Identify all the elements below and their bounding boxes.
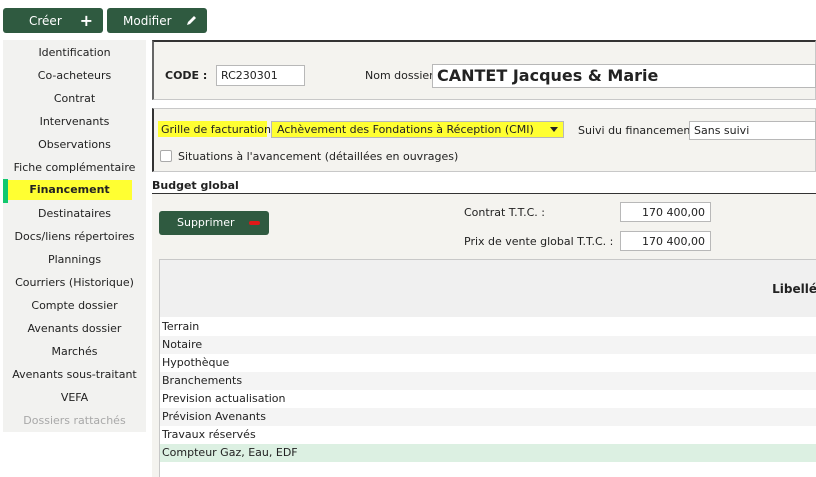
- column-header-libelle[interactable]: Libellé: [772, 282, 816, 296]
- create-button[interactable]: Créer +: [3, 8, 103, 33]
- budget-section-title: Budget global: [152, 179, 239, 192]
- delete-button-label: Supprimer: [177, 216, 235, 229]
- sidebar-item-intervenants[interactable]: Intervenants: [3, 112, 146, 132]
- sidebar-item-docs-liens[interactable]: Docs/liens répertoires: [3, 227, 146, 247]
- dossier-name-field[interactable]: CANTET Jacques & Marie: [432, 64, 816, 88]
- table-row[interactable]: Terrain: [160, 318, 816, 336]
- table-row-selected[interactable]: Compteur Gaz, Eau, EDF: [160, 444, 816, 462]
- sidebar-item-observations[interactable]: Observations: [3, 135, 146, 155]
- prix-vente-label: Prix de vente global T.T.C. :: [464, 235, 614, 248]
- create-button-label: Créer: [29, 13, 62, 28]
- sidebar-item-avenants-sous-traitant[interactable]: Avenants sous-traitant: [3, 365, 146, 385]
- sidebar-item-marches[interactable]: Marchés: [3, 342, 146, 362]
- minus-icon: [249, 221, 260, 225]
- table-row[interactable]: Prévision Avenants: [160, 408, 816, 426]
- code-label: CODE :: [165, 69, 208, 82]
- sidebar-item-fiche-complementaire[interactable]: Fiche complémentaire: [3, 158, 146, 178]
- grille-select-value: Achèvement des Fondations à Réception (C…: [277, 123, 534, 136]
- sidebar-item-plannings[interactable]: Plannings: [3, 250, 146, 270]
- sidebar-item-co-acheteurs[interactable]: Co-acheteurs: [3, 66, 146, 86]
- table-row[interactable]: Notaire: [160, 336, 816, 354]
- sidebar-item-dossiers-rattaches: Dossiers rattachés: [23, 414, 126, 427]
- budget-table: Libellé Terrain Notaire Hypothèque Branc…: [159, 259, 816, 477]
- table-header: Libellé: [160, 260, 816, 317]
- modify-button-label: Modifier: [123, 13, 172, 28]
- dossier-name-label: Nom dossier :: [365, 69, 441, 82]
- code-field[interactable]: RC230301: [216, 65, 305, 86]
- sidebar-item-compte-dossier[interactable]: Compte dossier: [3, 296, 146, 316]
- delete-button[interactable]: Supprimer: [159, 211, 269, 235]
- table-row[interactable]: Hypothèque: [160, 354, 816, 372]
- prix-vente-field[interactable]: 170 400,00: [620, 231, 711, 251]
- situations-label: Situations à l'avancement (détaillées en…: [178, 150, 459, 163]
- sidebar-item-courriers[interactable]: Courriers (Historique): [3, 273, 146, 293]
- active-item-marker: [3, 179, 8, 203]
- sidebar-item-destinataires[interactable]: Destinataires: [3, 204, 146, 224]
- contrat-ttc-field[interactable]: 170 400,00: [620, 202, 711, 222]
- sidebar-item-avenants-dossier[interactable]: Avenants dossier: [3, 319, 146, 339]
- sidebar-item-identification[interactable]: Identification: [3, 43, 146, 63]
- situations-checkbox[interactable]: [160, 150, 172, 162]
- suivi-select[interactable]: Sans suivi: [689, 121, 816, 140]
- plus-icon: +: [79, 11, 93, 30]
- table-row[interactable]: Branchements: [160, 372, 816, 390]
- sidebar-item-contrat[interactable]: Contrat: [3, 89, 146, 109]
- pencil-icon: [187, 16, 196, 25]
- table-row[interactable]: Travaux réservés: [160, 426, 816, 444]
- chevron-down-icon: [550, 127, 558, 132]
- sidebar-item-vefa[interactable]: VEFA: [3, 388, 146, 408]
- table-row[interactable]: Prevision actualisation: [160, 390, 816, 408]
- sidebar-nav: Identification Co-acheteurs Contrat Inte…: [3, 40, 146, 432]
- toolbar: Créer + Modifier: [0, 0, 816, 40]
- sidebar-item-financement[interactable]: Financement: [7, 180, 132, 200]
- modify-button[interactable]: Modifier: [107, 8, 207, 33]
- grille-select[interactable]: Achèvement des Fondations à Réception (C…: [271, 121, 564, 138]
- suivi-label: Suivi du financement :: [578, 124, 702, 137]
- grille-label: Grille de facturation :: [161, 123, 279, 136]
- contrat-ttc-label: Contrat T.T.C. :: [464, 206, 545, 219]
